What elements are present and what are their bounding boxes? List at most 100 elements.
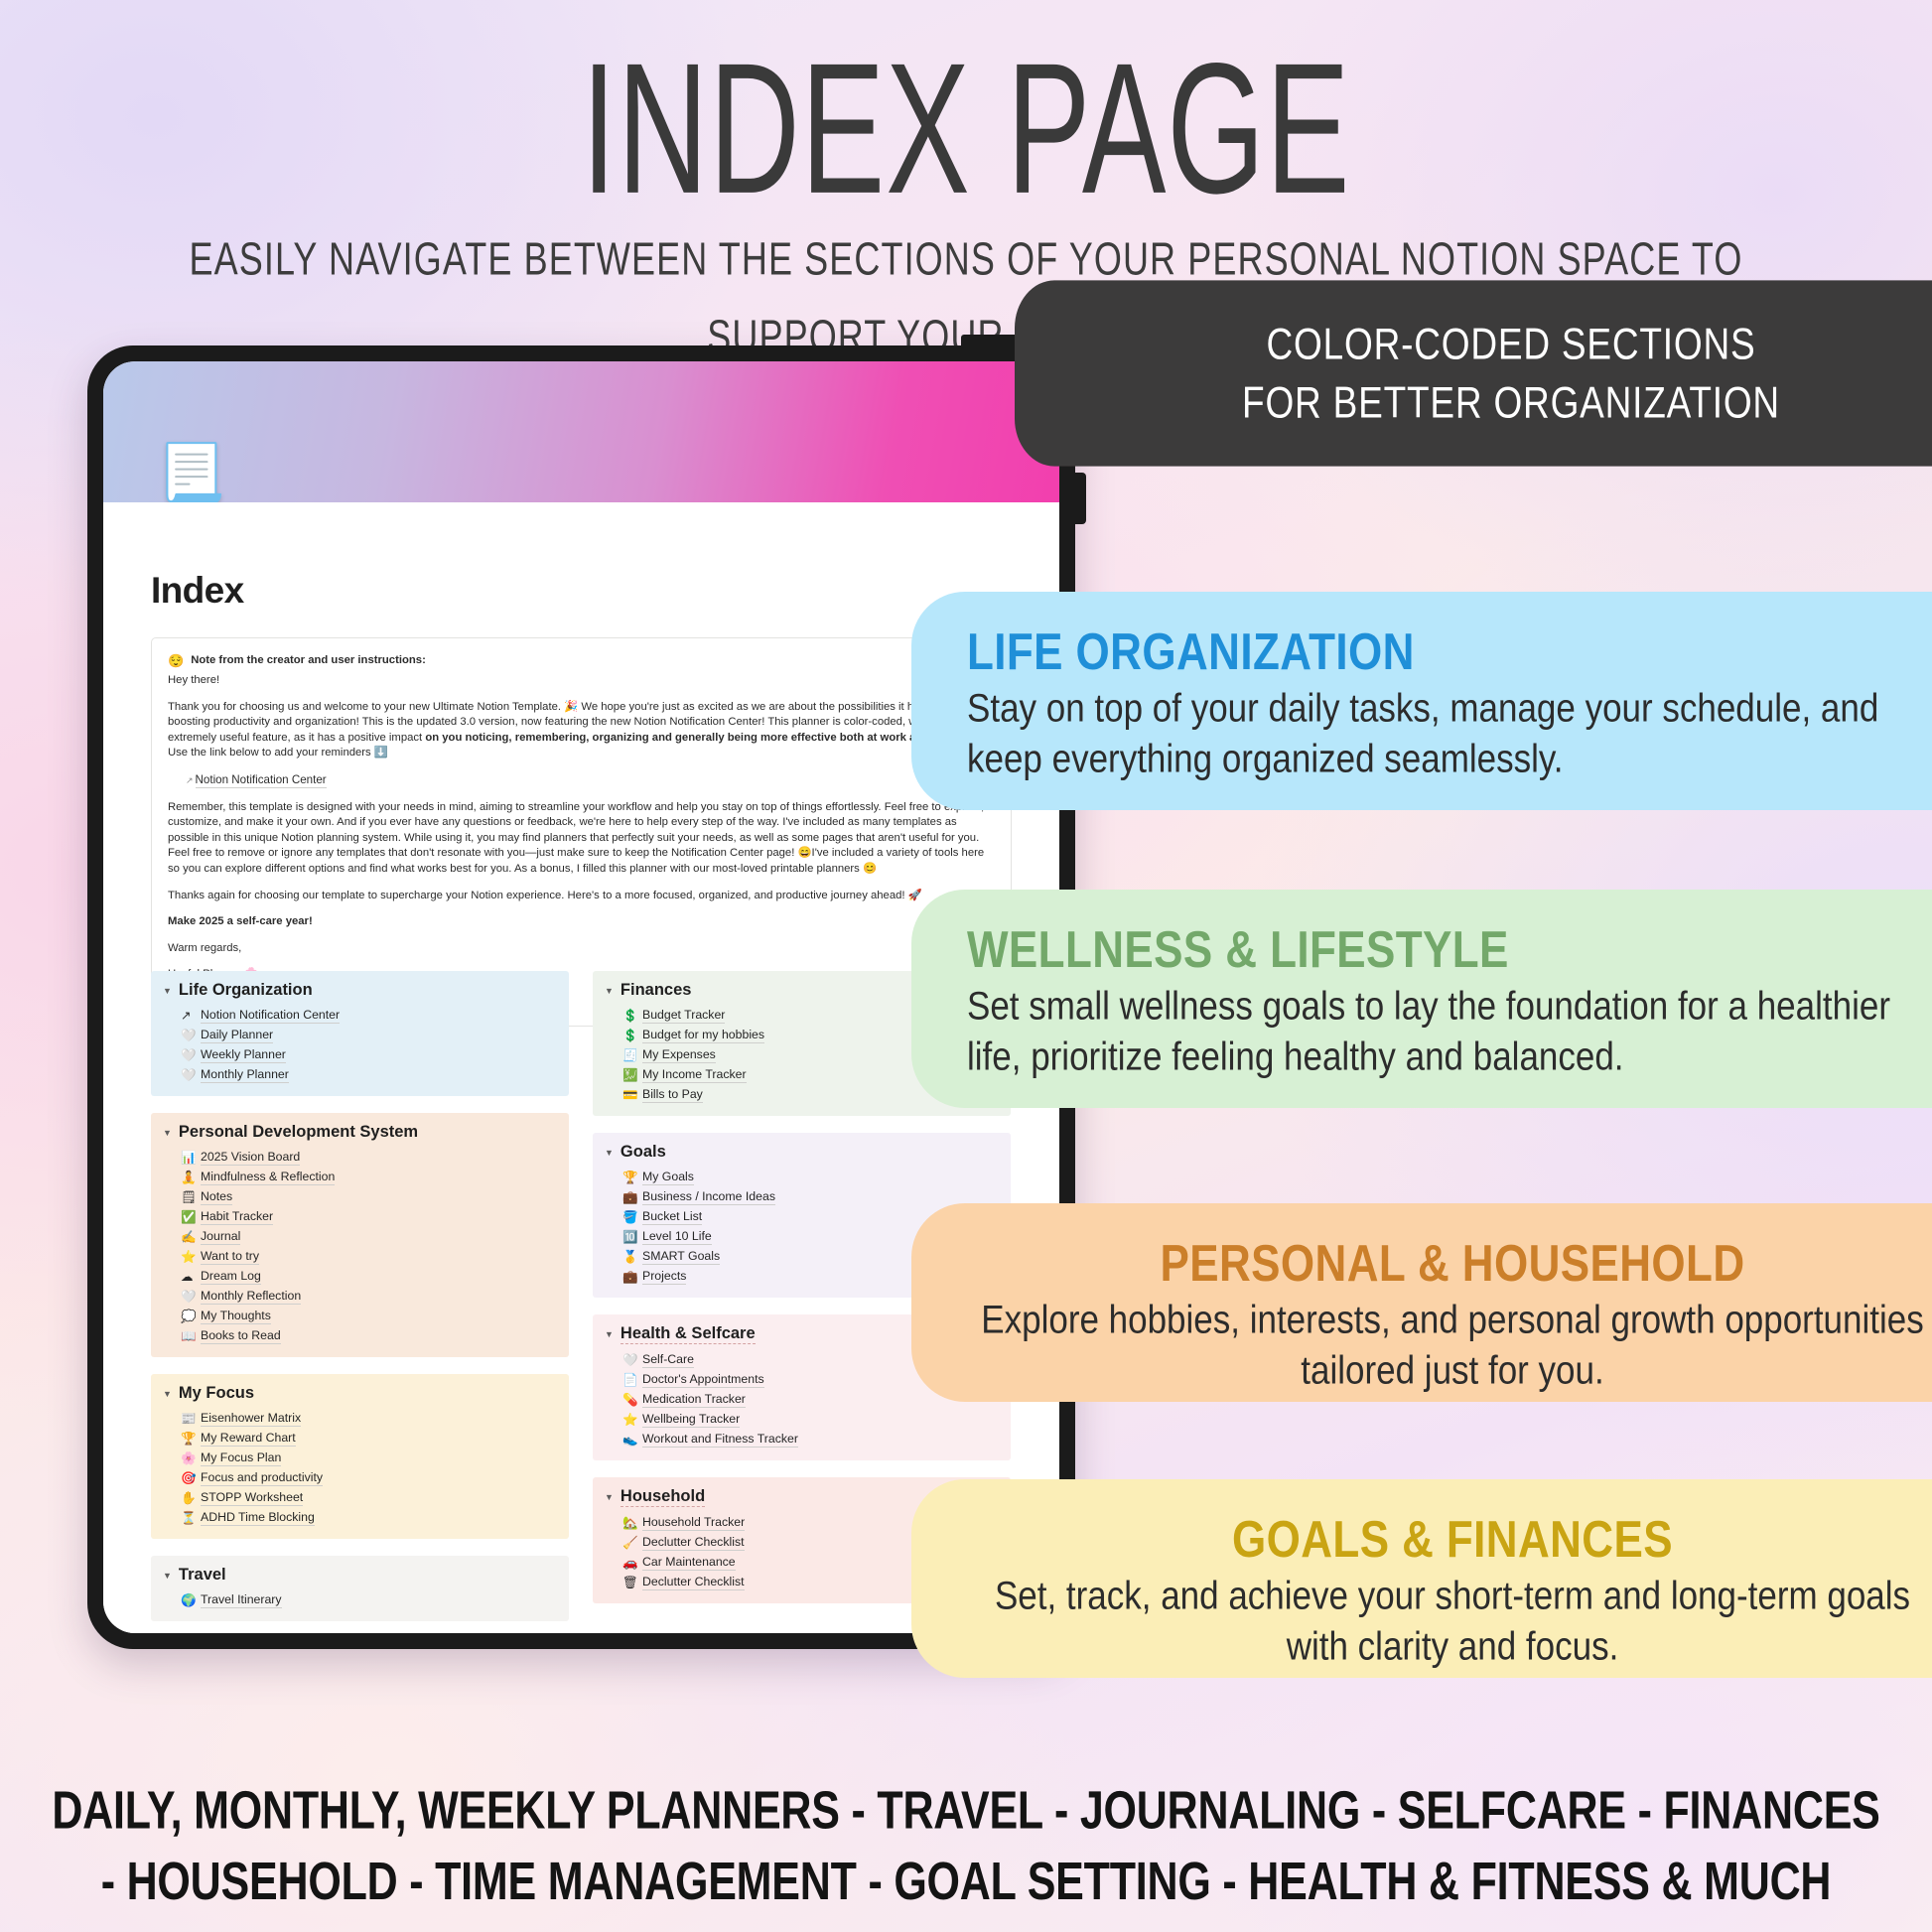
color-coded-badge: COLOR-CODED SECTIONS FOR BETTER ORGANIZA… [1015, 280, 1932, 467]
index-link-item[interactable]: 👟 Workout and Fitness Tracker [605, 1430, 999, 1449]
item-emoji-icon: ⭐ [181, 1249, 197, 1264]
item-emoji-icon: 💊 [622, 1392, 638, 1407]
index-link-label: Focus and productivity [201, 1470, 324, 1486]
index-link-item[interactable]: 🤍 Daily Planner [163, 1026, 557, 1045]
feature-card-wellness-lifestyle: WELLNESS & LIFESTYLE Set small wellness … [911, 890, 1932, 1108]
toggle-triangle-icon[interactable]: ▼ [605, 1492, 614, 1502]
toggle-triangle-icon[interactable]: ▼ [605, 986, 614, 996]
index-link-item[interactable]: ⭐ Wellbeing Tracker [605, 1410, 999, 1430]
index-link-label: 2025 Vision Board [201, 1150, 301, 1166]
tablet-volume-down-button [1073, 473, 1086, 524]
index-link-label: My Focus Plan [201, 1450, 282, 1466]
index-section-header[interactable]: ▼ Personal Development System [163, 1123, 557, 1142]
item-emoji-icon: 📄 [622, 1372, 638, 1387]
toggle-triangle-icon[interactable]: ▼ [605, 1148, 614, 1158]
index-link-item[interactable]: ⭐ Want to try [163, 1247, 557, 1267]
index-link-label: Wellbeing Tracker [642, 1412, 741, 1428]
index-section-header[interactable]: ▼ My Focus [163, 1384, 557, 1403]
callout-heading: Note from the creator and user instructi… [191, 654, 426, 666]
item-emoji-icon: 👟 [622, 1432, 638, 1447]
index-link-item[interactable]: 📊 2025 Vision Board [163, 1148, 557, 1168]
index-section-header[interactable]: ▼ Life Organization [163, 981, 557, 1000]
index-link-label: Journal [201, 1229, 241, 1245]
item-emoji-icon: ✍ [181, 1229, 197, 1244]
item-emoji-icon: 💭 [181, 1309, 197, 1323]
notif-link-label: Notion Notification Center [195, 772, 327, 788]
index-link-label: Monthly Planner [201, 1067, 289, 1083]
index-section: ▼ Personal Development System 📊 2025 Vision… [151, 1113, 569, 1357]
notion-notification-center-link[interactable]: ↗ Notion Notification Center [186, 772, 994, 789]
item-emoji-icon: 🤍 [181, 1067, 197, 1082]
index-link-item[interactable]: 🏆 My Goals [605, 1168, 999, 1187]
index-link-item[interactable]: 🏆 My Reward Chart [163, 1429, 557, 1449]
toggle-triangle-icon[interactable]: ▼ [163, 986, 172, 996]
index-link-item[interactable]: 🗒 Notes [163, 1187, 557, 1207]
index-link-item[interactable]: ⏳ ADHD Time Blocking [163, 1508, 557, 1528]
index-link-item[interactable]: 🤍 Weekly Planner [163, 1045, 557, 1065]
poster-canvas: INDEX PAGE EASILY NAVIGATE BETWEEN THE S… [0, 0, 1932, 1932]
index-link-label: Level 10 Life [642, 1229, 712, 1245]
feature-card-life-organization: LIFE ORGANIZATION Stay on top of your da… [911, 592, 1932, 810]
index-link-label: ADHD Time Blocking [201, 1510, 315, 1526]
feature-card-title: GOALS & FINANCES [1232, 1511, 1673, 1569]
index-link-item[interactable]: 🤍 Monthly Planner [163, 1065, 557, 1085]
index-link-label: My Thoughts [201, 1309, 271, 1324]
feature-card-body: Set, track, and achieve your short-term … [994, 1574, 1911, 1669]
index-link-label: Bucket List [642, 1209, 703, 1225]
page-icon-emoji: 📃 [157, 441, 226, 503]
index-section: ▼ Travel 🌍 Travel Itinerary [151, 1556, 569, 1621]
index-link-item[interactable]: 💭 My Thoughts [163, 1307, 557, 1326]
index-column: ▼ Life Organization ↗ Notion Notification C… [151, 971, 569, 1633]
feature-card-goals-finances: GOALS & FINANCES Set, track, and achieve… [911, 1479, 1932, 1678]
index-link-item[interactable]: ✍ Journal [163, 1227, 557, 1247]
toggle-triangle-icon[interactable]: ▼ [605, 1329, 614, 1339]
item-emoji-icon: 💼 [622, 1269, 638, 1284]
index-link-item[interactable]: 🌍 Travel Itinerary [163, 1590, 557, 1610]
index-link-item[interactable]: 🧘 Mindfulness & Reflection [163, 1168, 557, 1187]
index-link-item[interactable]: ✋ STOPP Worksheet [163, 1488, 557, 1508]
notion-page-title: Index [151, 570, 244, 611]
item-emoji-icon: ↗ [181, 1008, 192, 1023]
item-emoji-icon: 💹 [622, 1067, 638, 1082]
index-link-item[interactable]: 🎯 Focus and productivity [163, 1468, 557, 1488]
index-link-item[interactable]: 🤍 Monthly Reflection [163, 1287, 557, 1307]
index-link-item[interactable]: ✅ Habit Tracker [163, 1207, 557, 1227]
page-title: INDEX PAGE [581, 24, 1351, 232]
item-emoji-icon: 📰 [181, 1411, 197, 1426]
toggle-triangle-icon[interactable]: ▼ [163, 1128, 172, 1138]
toggle-triangle-icon[interactable]: ▼ [163, 1571, 172, 1581]
index-link-label: Doctor's Appointments [642, 1372, 764, 1388]
item-emoji-icon: 🤍 [181, 1047, 197, 1062]
index-link-label: My Income Tracker [642, 1067, 747, 1083]
index-link-label: Mindfulness & Reflection [201, 1170, 336, 1185]
index-link-item[interactable]: ☁ Dream Log [163, 1267, 557, 1287]
item-emoji-icon: 🏡 [622, 1515, 638, 1530]
index-section: ▼ My Focus 📰 Eisenhower Matrix 🏆 My Reward Ch… [151, 1374, 569, 1539]
item-emoji-icon: 🧘 [181, 1170, 197, 1184]
index-link-item[interactable]: 📰 Eisenhower Matrix [163, 1409, 557, 1429]
index-link-label: Weekly Planner [201, 1047, 286, 1063]
item-emoji-icon: 💲 [622, 1008, 638, 1023]
index-section-header[interactable]: ▼ Travel [163, 1566, 557, 1585]
item-emoji-icon: 📖 [181, 1328, 197, 1343]
index-link-label: My Goals [642, 1170, 694, 1185]
index-section-header[interactable]: ▼ Goals [605, 1143, 999, 1162]
item-emoji-icon: ✅ [181, 1209, 197, 1224]
index-section-title: My Focus [178, 1384, 255, 1402]
toggle-triangle-icon[interactable]: ▼ [163, 1389, 172, 1399]
index-link-item[interactable]: 📖 Books to Read [163, 1326, 557, 1346]
index-section-title: Personal Development System [178, 1123, 419, 1141]
item-emoji-icon: 🚗 [622, 1555, 638, 1570]
feature-card-body: Explore hobbies, interests, and personal… [981, 1298, 1924, 1393]
relieved-face-icon: 😌 [168, 653, 185, 668]
index-link-item[interactable]: 💼 Business / Income Ideas [605, 1187, 999, 1207]
index-link-label: Bills to Pay [642, 1087, 703, 1103]
tablet-power-button [961, 335, 1021, 348]
callout-greeting: Hey there! [168, 674, 220, 686]
feature-card-personal-household: PERSONAL & HOUSEHOLD Explore hobbies, in… [911, 1203, 1932, 1402]
index-link-item[interactable]: 🌸 My Focus Plan [163, 1449, 557, 1468]
index-section-title: Finances [620, 981, 692, 999]
index-link-label: SMART Goals [642, 1249, 721, 1265]
index-link-item[interactable]: ↗ Notion Notification Center [163, 1006, 557, 1026]
item-emoji-icon: 🥇 [622, 1249, 638, 1264]
